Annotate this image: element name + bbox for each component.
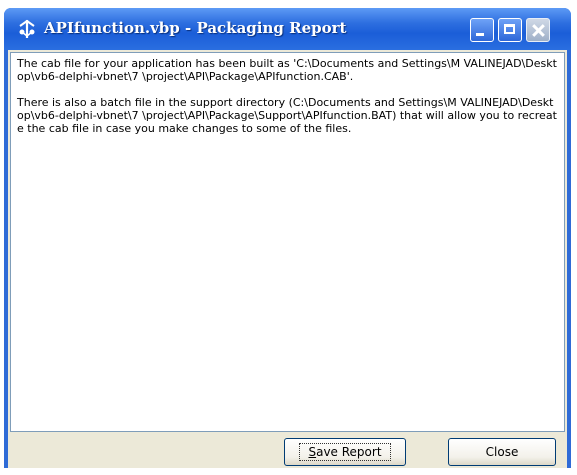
minimize-icon[interactable] — [470, 18, 494, 42]
close-button-label: Close — [485, 445, 519, 459]
report-text-area[interactable]: The cab file for your application has be… — [10, 52, 565, 432]
save-report-label: Save Report — [299, 443, 391, 461]
save-report-label-rest: ave Report — [316, 445, 382, 459]
report-paragraph-cab: The cab file for your application has be… — [17, 57, 557, 83]
save-report-button[interactable]: Save Report — [284, 438, 406, 466]
title-bar[interactable]: APIfunction.vbp - Packaging Report — [4, 8, 571, 50]
close-icon[interactable] — [526, 18, 550, 42]
maximize-icon[interactable] — [498, 18, 522, 42]
close-button[interactable]: Close — [448, 438, 556, 466]
window-title: APIfunction.vbp - Packaging Report — [44, 19, 347, 37]
dialog-body: The cab file for your application has be… — [8, 50, 567, 468]
packaging-report-window: APIfunction.vbp - Packaging Report The c… — [4, 8, 571, 468]
report-paragraph-batch: There is also a batch file in the suppor… — [17, 96, 557, 135]
save-report-mnemonic: S — [308, 445, 317, 459]
vb-package-icon — [19, 19, 35, 38]
